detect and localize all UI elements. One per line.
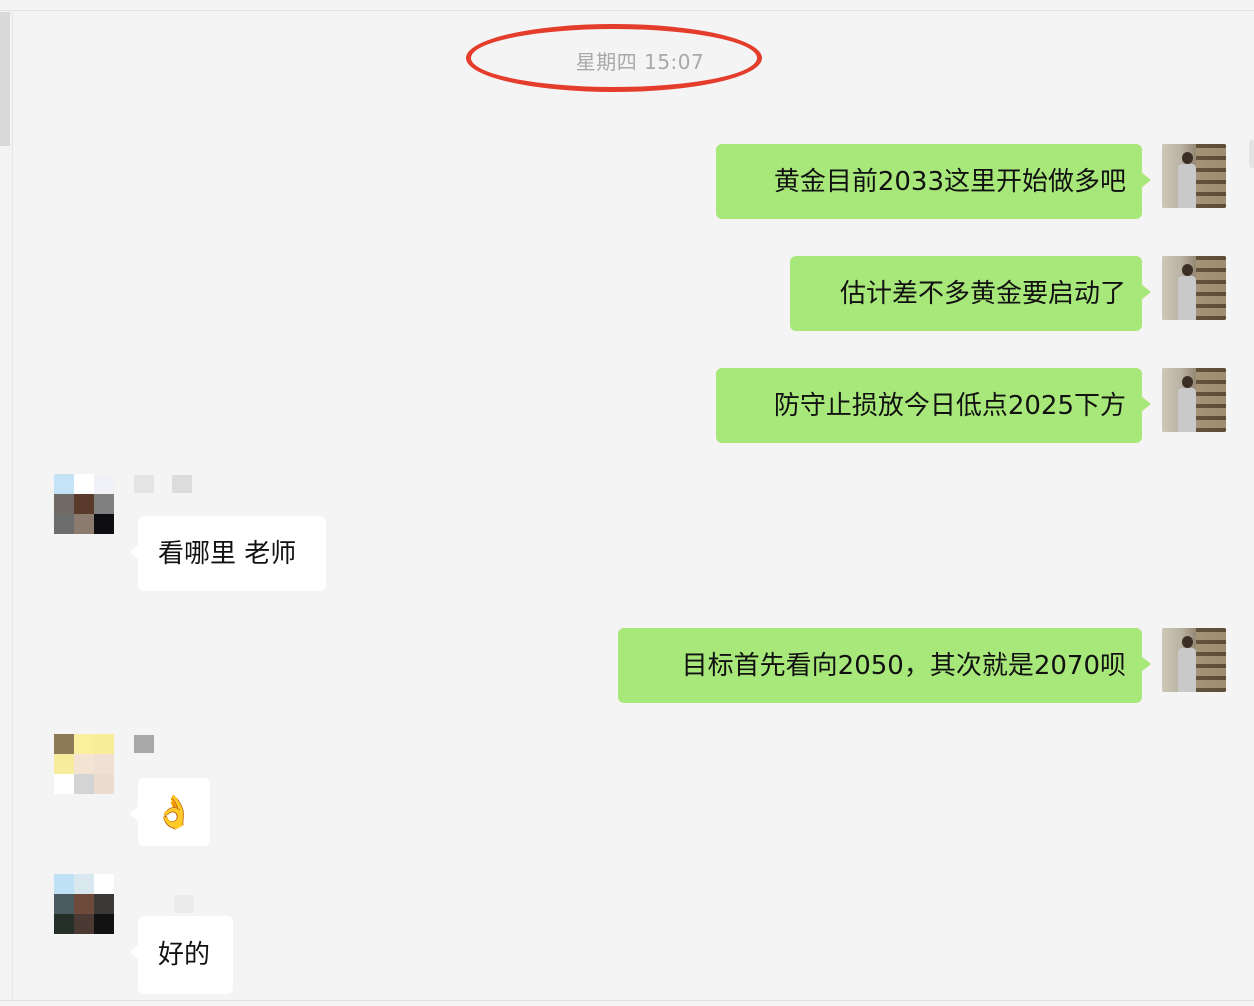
message-bubble-sent[interactable]: 估计差不多黄金要启动了 [790,256,1151,331]
chat-window: 星期四 15:07 黄金目前2033这里开始做多吧 估计差不多黄金要启动了 防守… [0,0,1254,1006]
message-bubble-sent[interactable]: 黄金目前2033这里开始做多吧 [716,144,1151,219]
my-avatar-icon[interactable] [1162,628,1226,692]
message-bubble-sent[interactable]: 目标首先看向2050，其次就是2070呗 [618,628,1151,703]
ok-hand-icon: 👌 [154,793,194,831]
contact-avatar-icon[interactable] [54,474,114,534]
top-divider [0,10,1254,11]
contact-avatar-icon[interactable] [54,734,114,794]
my-avatar-icon[interactable] [1162,144,1226,208]
bottom-divider [0,1000,1254,1001]
my-avatar-icon[interactable] [1162,368,1226,432]
message-bubble-received[interactable]: 👌 [129,778,210,846]
annotation-circle [466,24,762,92]
side-handle[interactable] [1249,140,1254,168]
message-bubble-sent[interactable]: 防守止损放今日低点2025下方 [716,368,1151,443]
message-bubble-received[interactable]: 好的 [129,916,233,994]
contact-avatar-icon[interactable] [54,874,114,934]
contact-name-redacted [134,475,210,493]
my-avatar-icon[interactable] [1162,256,1226,320]
contact-name-redacted [174,895,212,913]
contact-name-redacted [134,735,172,753]
scrollbar-thumb[interactable] [0,12,10,146]
message-bubble-received[interactable]: 看哪里 老师 [129,516,326,591]
left-divider [12,12,13,1002]
